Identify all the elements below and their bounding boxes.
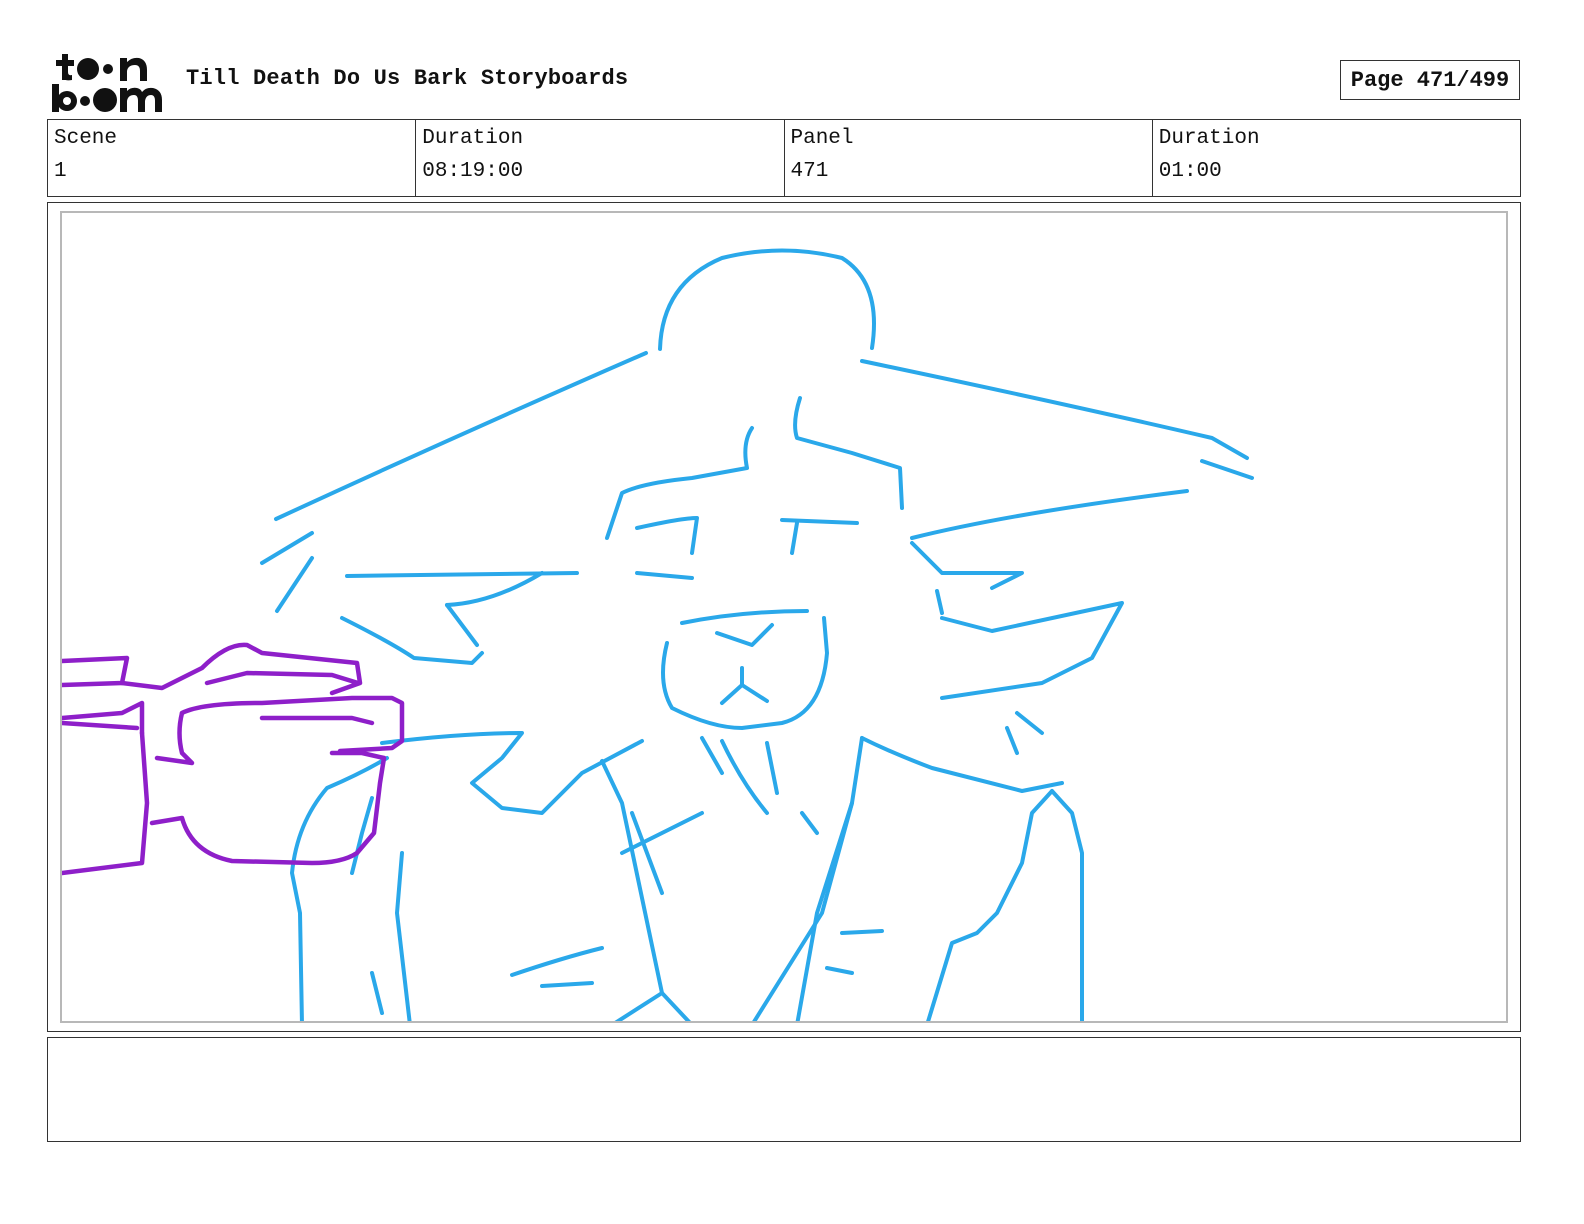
panel-value: 471	[790, 160, 829, 183]
panel-label: Panel	[790, 127, 854, 150]
character-sketch	[260, 248, 1254, 1021]
storyboard-panel-frame	[47, 202, 1521, 1032]
sketch-drawing	[62, 248, 1254, 1021]
panel-info-table: Scene 1 Duration 08:19:00 Panel 471 Dura…	[47, 119, 1521, 197]
panel-duration-cell: Duration 01:00	[1153, 120, 1520, 196]
scene-cell: Scene 1	[48, 120, 417, 196]
document-title: Till Death Do Us Bark Storyboards	[186, 66, 629, 91]
page-label: Page 471/499	[1350, 67, 1510, 93]
scene-duration-label: Duration	[422, 127, 524, 150]
scene-duration-value: 08:19:00	[422, 160, 524, 183]
scene-value: 1	[54, 160, 67, 183]
page-indicator: Page 471/499	[1340, 60, 1520, 100]
panel-duration-label: Duration	[1158, 127, 1260, 150]
scene-label: Scene	[54, 127, 118, 150]
panel-notes-box	[47, 1037, 1521, 1142]
hand-sketch	[62, 642, 405, 876]
panel-duration-value: 01:00	[1158, 160, 1222, 183]
toon-boom-logo	[50, 50, 166, 114]
storyboard-panel-image	[60, 211, 1508, 1023]
scene-duration-cell: Duration 08:19:00	[416, 120, 785, 196]
panel-cell: Panel 471	[785, 120, 1153, 196]
